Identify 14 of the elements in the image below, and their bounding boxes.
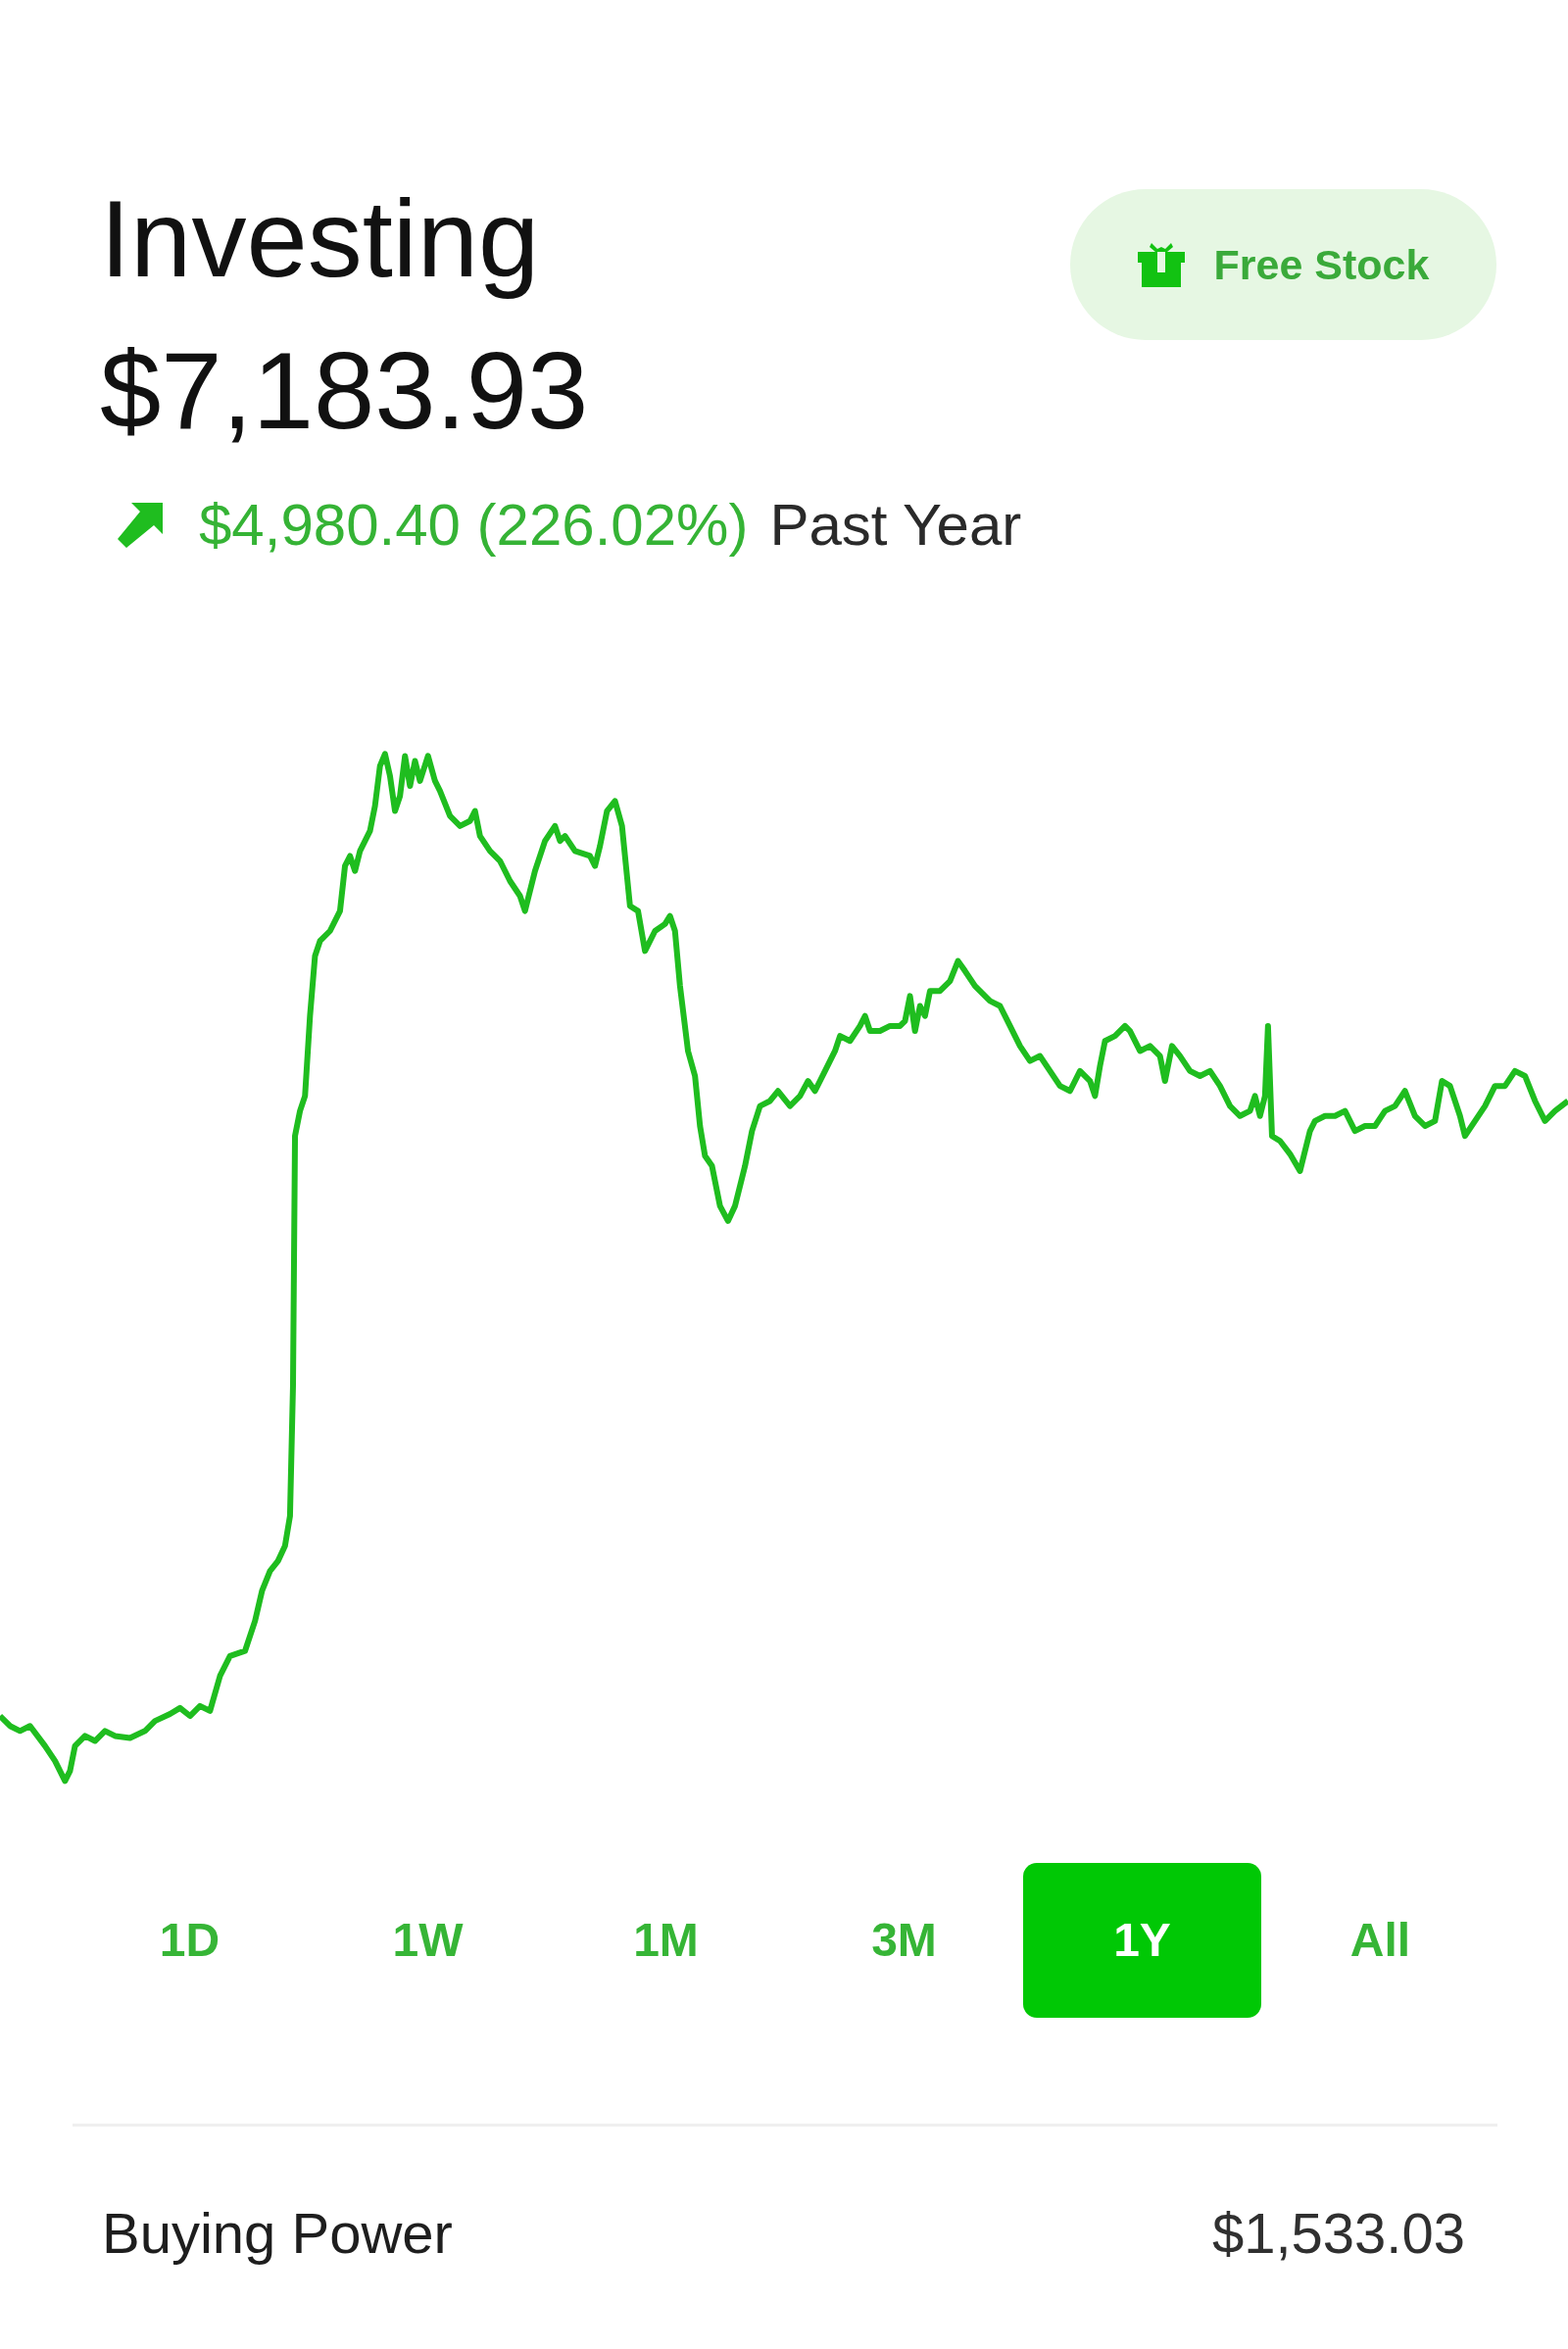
free-stock-button[interactable]: Free Stock — [1070, 189, 1496, 340]
buying-power-label: Buying Power — [102, 2200, 453, 2267]
buying-power-value: $1,533.03 — [1211, 2200, 1465, 2267]
period-tab[interactable]: All — [1261, 1863, 1499, 2018]
period-tab[interactable]: 1W — [309, 1863, 547, 2018]
period-tab[interactable]: 3M — [785, 1863, 1023, 2018]
period-tab[interactable]: 1D — [71, 1863, 309, 2018]
gift-icon — [1137, 242, 1185, 287]
portfolio-balance: $7,183.93 — [100, 328, 589, 454]
period-tab[interactable]: 1M — [547, 1863, 785, 2018]
period-tab[interactable]: 1Y — [1023, 1863, 1261, 2018]
section-title: Investing — [100, 176, 541, 302]
change-period: Past Year — [769, 491, 1022, 560]
change-amount: $4,980.40 (226.02%) — [199, 491, 749, 560]
